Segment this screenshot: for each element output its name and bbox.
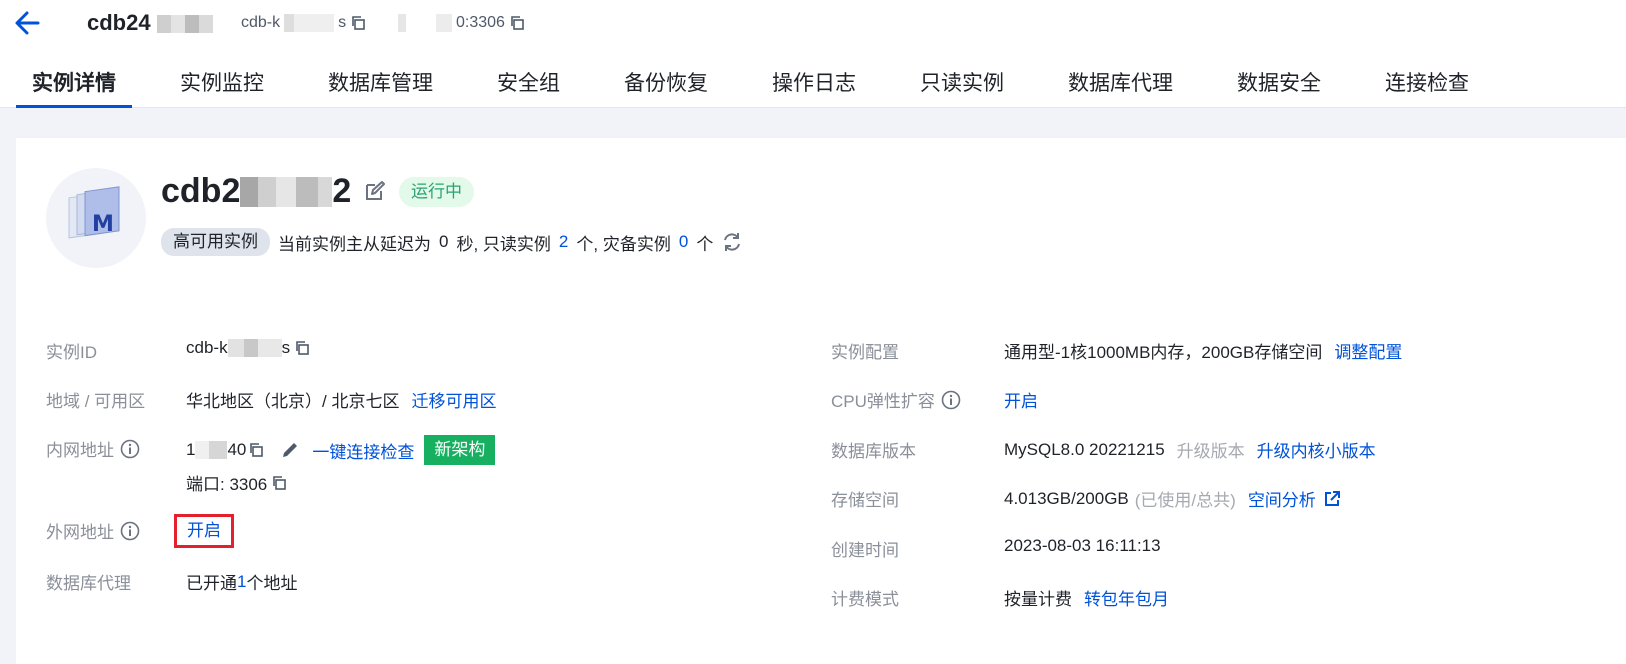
new-architecture-badge: 新架构 [424,435,496,465]
created-time-value: 2023-08-03 16:11:13 [1004,536,1161,555]
tab-backup-restore[interactable]: 备份恢复 [608,64,724,108]
upgrade-kernel-link[interactable]: 升级内核小版本 [1257,437,1376,462]
redacted-mosaic [156,15,213,34]
proxy-count-link[interactable]: 1 [237,572,246,592]
tab-database-proxy[interactable]: 数据库代理 [1052,64,1189,108]
enable-cpu-elastic-link[interactable]: 开启 [1004,387,1038,412]
cpu-elastic-value: 开启 [1004,387,1038,412]
copy-icon[interactable] [350,15,366,31]
private-address-label: 内网地址 [46,436,140,461]
cpu-elastic-label: CPU弹性扩容 [831,387,961,412]
instance-id-label: 实例ID [46,343,97,362]
connection-check-link[interactable]: 一键连接检查 [312,438,414,463]
redacted-mosaic [240,176,333,207]
convert-monthly-link[interactable]: 转包年包月 [1084,585,1169,610]
upgrade-version-disabled: 升级版本 [1176,442,1245,461]
instance-name: cdb2 2 [161,172,352,210]
tab-instance-details[interactable]: 实例详情 [16,64,132,108]
header-address: 0:3306 [398,14,525,32]
copy-icon[interactable] [271,475,287,491]
created-time-label: 创建时间 [831,541,899,560]
database-icon: M [68,186,120,239]
adjust-config-link[interactable]: 调整配置 [1334,338,1402,363]
top-bar: cdb24 cdb-k s 0:3306 实例详情 实例监控 数据库管理 安全组… [0,0,1626,108]
billing-label: 计费模式 [831,590,899,609]
db-version-label: 数据库版本 [831,442,916,461]
tab-security-group[interactable]: 安全组 [481,64,576,108]
enable-public-address-button[interactable]: 开启 [174,514,234,548]
config-value: 通用型-1核1000MB内存，200GB存储空间 调整配置 [1004,338,1402,363]
migrate-zone-link[interactable]: 迁移可用区 [411,387,496,412]
tab-readonly-instances[interactable]: 只读实例 [904,64,1020,108]
svg-text:M: M [92,212,114,237]
region-value: 华北地区（北京）/ 北京七区 迁移可用区 [186,387,496,412]
header-instance-id: cdb-k s [241,14,366,32]
config-label: 实例配置 [831,343,899,362]
info-icon[interactable] [941,390,961,410]
copy-icon[interactable] [509,15,525,31]
public-address-value: 开启 [174,514,234,548]
external-link-icon[interactable] [1324,490,1340,507]
storage-value: 4.013GB/200GB (已使用/总共) 空间分析 [1004,486,1340,511]
tab-data-security[interactable]: 数据安全 [1221,64,1337,108]
billing-value: 按量计费 转包年包月 [1004,585,1169,610]
private-address-value: 1 40 一键连接检查 新架构 [186,435,496,465]
tab-database-management[interactable]: 数据库管理 [312,64,449,108]
redacted-mosaic [227,339,282,357]
db-version-value: MySQL8.0 20221215 升级版本 升级内核小版本 [1004,437,1376,462]
db-proxy-label: 数据库代理 [46,574,131,593]
tab-instance-monitor[interactable]: 实例监控 [164,64,280,108]
instance-summary: 高可用实例 当前实例主从延迟为 0 秒, 只读实例 2 个, 灾备实例 0 个 [161,228,743,256]
region-label: 地域 / 可用区 [46,392,146,411]
copy-icon[interactable] [248,442,264,458]
redacted-mosaic [195,441,228,459]
refresh-icon[interactable] [721,231,743,253]
arrow-left-icon[interactable] [12,8,42,38]
redacted-mosaic [284,14,335,32]
header-title: cdb24 [87,10,213,36]
instance-card: M cdb2 2 运行中 高可用实例 当前实例主从延迟为 0 秒, 只读实例 2… [16,138,1626,664]
mysql-logo: M [46,168,146,268]
port-value: 端口: 3306 [186,470,287,495]
edit-icon[interactable] [364,180,386,202]
readonly-count-link[interactable]: 2 [559,232,568,252]
info-icon[interactable] [120,439,140,459]
status-badge: 运行中 [399,177,474,207]
instance-id-value: cdb-k s [186,338,310,358]
info-icon[interactable] [120,521,140,541]
copy-icon[interactable] [294,340,310,356]
tab-bar: 实例详情 实例监控 数据库管理 安全组 备份恢复 操作日志 只读实例 数据库代理… [16,64,1517,108]
redacted-mosaic [398,14,452,32]
space-analysis-link[interactable]: 空间分析 [1248,486,1316,511]
tab-operation-log[interactable]: 操作日志 [756,64,872,108]
pencil-icon[interactable] [280,440,300,460]
public-address-label: 外网地址 [46,518,140,543]
db-proxy-value: 已开通 1 个地址 [186,571,298,594]
instance-type-badge: 高可用实例 [161,228,270,256]
tab-connection-check[interactable]: 连接检查 [1369,64,1485,108]
dr-count-link[interactable]: 0 [679,232,688,252]
storage-label: 存储空间 [831,491,899,510]
